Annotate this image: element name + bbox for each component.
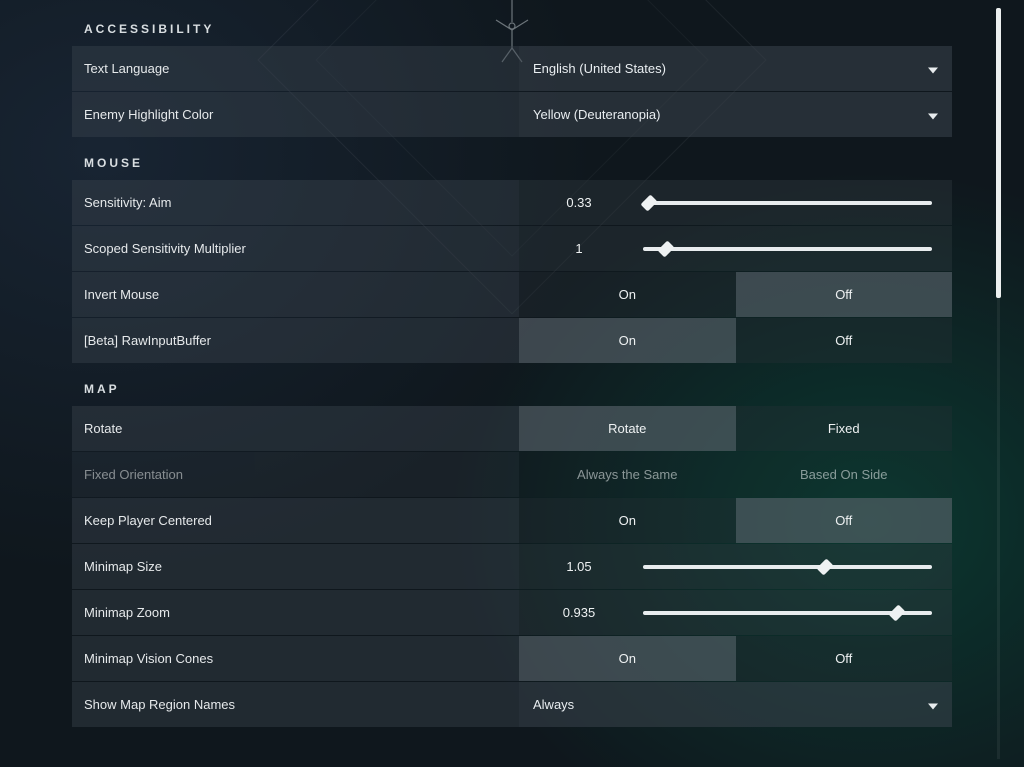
slider-thumb[interactable] <box>889 604 906 621</box>
label-region-names: Show Map Region Names <box>72 682 519 727</box>
toggle-invert-off[interactable]: Off <box>736 272 953 317</box>
toggle-centered-off[interactable]: Off <box>736 498 953 543</box>
dropdown-text-language[interactable]: English (United States) <box>519 46 952 91</box>
label-fixed-orientation: Fixed Orientation <box>72 452 519 497</box>
toggle-rotate-rotate[interactable]: Rotate <box>519 406 736 451</box>
dropdown-value: Yellow (Deuteranopia) <box>533 107 660 122</box>
slider-value[interactable]: 0.935 <box>519 605 639 620</box>
toggle-cones-off[interactable]: Off <box>736 636 953 681</box>
slider-value[interactable]: 1 <box>519 241 639 256</box>
label-invert-mouse: Invert Mouse <box>72 272 519 317</box>
dropdown-region-names[interactable]: Always <box>519 682 952 727</box>
toggle-rawinput-on[interactable]: On <box>519 318 736 363</box>
label-scoped-mult: Scoped Sensitivity Multiplier <box>72 226 519 271</box>
settings-panel: ACCESSIBILITY Text Language English (Uni… <box>72 0 952 767</box>
slider-value[interactable]: 0.33 <box>519 195 639 210</box>
slider-track[interactable] <box>643 247 932 251</box>
slider-thumb[interactable] <box>817 558 834 575</box>
label-minimap-zoom: Minimap Zoom <box>72 590 519 635</box>
toggle-rawinput-off[interactable]: Off <box>736 318 953 363</box>
row-keep-player-centered: Keep Player Centered On Off <box>72 498 952 543</box>
slider-track[interactable] <box>643 611 932 615</box>
row-minimap-size: Minimap Size 1.05 <box>72 544 952 589</box>
toggle-cones-on[interactable]: On <box>519 636 736 681</box>
row-scoped-mult: Scoped Sensitivity Multiplier 1 <box>72 226 952 271</box>
label-text-language: Text Language <box>72 46 519 91</box>
section-title-mouse: MOUSE <box>72 138 952 180</box>
slider-thumb[interactable] <box>640 194 657 211</box>
slider-minimap-zoom[interactable]: 0.935 <box>519 590 952 635</box>
row-vision-cones: Minimap Vision Cones On Off <box>72 636 952 681</box>
label-minimap-size: Minimap Size <box>72 544 519 589</box>
dropdown-value: English (United States) <box>533 61 666 76</box>
toggle-fixed-side: Based On Side <box>736 452 953 497</box>
slider-track[interactable] <box>643 565 932 569</box>
section-title-accessibility: ACCESSIBILITY <box>72 4 952 46</box>
slider-track[interactable] <box>643 201 932 205</box>
row-invert-mouse: Invert Mouse On Off <box>72 272 952 317</box>
toggle-rotate-fixed[interactable]: Fixed <box>736 406 953 451</box>
label-enemy-highlight: Enemy Highlight Color <box>72 92 519 137</box>
slider-value[interactable]: 1.05 <box>519 559 639 574</box>
row-region-names: Show Map Region Names Always <box>72 682 952 727</box>
label-sensitivity-aim: Sensitivity: Aim <box>72 180 519 225</box>
dropdown-value: Always <box>533 697 574 712</box>
chevron-down-icon <box>928 697 938 712</box>
row-fixed-orientation: Fixed Orientation Always the Same Based … <box>72 452 952 497</box>
toggle-fixed-same: Always the Same <box>519 452 736 497</box>
scrollbar-track[interactable] <box>997 8 1000 759</box>
slider-thumb[interactable] <box>658 240 675 257</box>
label-rotate: Rotate <box>72 406 519 451</box>
chevron-down-icon <box>928 107 938 122</box>
toggle-invert-on[interactable]: On <box>519 272 736 317</box>
row-sensitivity-aim: Sensitivity: Aim 0.33 <box>72 180 952 225</box>
scrollbar-thumb[interactable] <box>996 8 1001 298</box>
row-raw-input: [Beta] RawInputBuffer On Off <box>72 318 952 363</box>
row-minimap-zoom: Minimap Zoom 0.935 <box>72 590 952 635</box>
row-rotate: Rotate Rotate Fixed <box>72 406 952 451</box>
slider-minimap-size[interactable]: 1.05 <box>519 544 952 589</box>
slider-sensitivity-aim[interactable]: 0.33 <box>519 180 952 225</box>
label-raw-input: [Beta] RawInputBuffer <box>72 318 519 363</box>
label-keep-player-centered: Keep Player Centered <box>72 498 519 543</box>
chevron-down-icon <box>928 61 938 76</box>
row-enemy-highlight: Enemy Highlight Color Yellow (Deuteranop… <box>72 92 952 137</box>
toggle-centered-on[interactable]: On <box>519 498 736 543</box>
label-vision-cones: Minimap Vision Cones <box>72 636 519 681</box>
section-title-map: MAP <box>72 364 952 406</box>
dropdown-enemy-highlight[interactable]: Yellow (Deuteranopia) <box>519 92 952 137</box>
slider-scoped-mult[interactable]: 1 <box>519 226 952 271</box>
row-text-language: Text Language English (United States) <box>72 46 952 91</box>
